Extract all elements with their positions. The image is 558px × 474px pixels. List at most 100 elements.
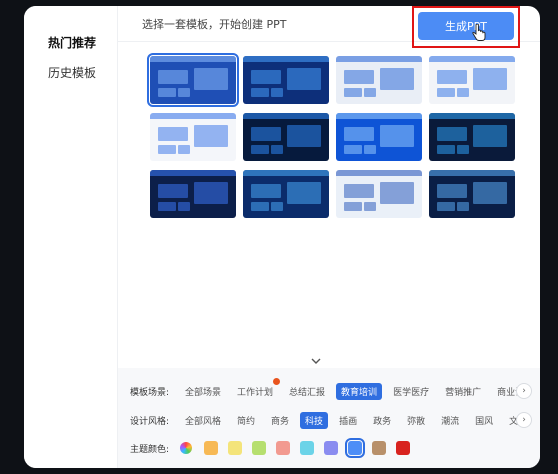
scene-options: 全部场景 工作计划 总结汇报 教育培训 医学医疗 营销推广 商业计 bbox=[180, 377, 535, 400]
thumbnail-block bbox=[158, 202, 176, 211]
color-swatch[interactable] bbox=[372, 441, 386, 455]
template-thumbnail[interactable] bbox=[150, 113, 236, 161]
template-thumbnail[interactable] bbox=[336, 56, 422, 104]
scene-label: 模板场景: bbox=[130, 387, 170, 398]
template-thumbnail[interactable] bbox=[336, 170, 422, 218]
thumbnail-block bbox=[251, 88, 269, 97]
thumbnail-header bbox=[150, 56, 236, 62]
thumbnail-block bbox=[287, 182, 321, 204]
template-thumbnail[interactable] bbox=[243, 56, 329, 104]
color-swatch[interactable] bbox=[252, 441, 266, 455]
style-chip[interactable]: 科技 bbox=[300, 411, 329, 429]
hand-cursor-icon bbox=[472, 24, 486, 41]
thumbnail-block bbox=[473, 125, 507, 147]
template-thumbnail[interactable] bbox=[429, 113, 515, 161]
thumbnail-block bbox=[437, 88, 455, 97]
scene-row: 模板场景: 全部场景 工作计划 总结汇报 教育培训 医学医疗 营销推广 商业计 bbox=[130, 377, 535, 400]
style-next-icon[interactable]: › bbox=[516, 412, 532, 428]
scene-chip[interactable]: 教育培训 bbox=[336, 382, 383, 400]
thumbnail-block bbox=[364, 145, 376, 154]
thumbnail-block bbox=[344, 202, 362, 211]
thumbnail-block bbox=[158, 145, 176, 154]
thumbnail-block bbox=[251, 184, 281, 198]
template-thumbnail[interactable] bbox=[147, 53, 239, 107]
thumbnail-header bbox=[429, 56, 515, 62]
thumbnail-block bbox=[344, 88, 362, 97]
thumbnail-header bbox=[429, 113, 515, 119]
color-swatch[interactable] bbox=[396, 441, 410, 455]
scene-chip[interactable]: 医学医疗 bbox=[388, 383, 434, 400]
thumbnail-block bbox=[364, 202, 376, 211]
style-chip[interactable]: 国风 bbox=[470, 412, 498, 429]
template-thumbnail[interactable] bbox=[243, 113, 329, 161]
template-thumbnail[interactable] bbox=[429, 56, 515, 104]
generate-ppt-button[interactable]: 生成PPT bbox=[418, 12, 514, 40]
thumbnail-block bbox=[364, 88, 376, 97]
color-swatch[interactable] bbox=[345, 438, 365, 458]
thumbnail-block bbox=[194, 68, 228, 90]
template-thumbnail[interactable] bbox=[243, 170, 329, 218]
template-thumbnail[interactable] bbox=[336, 113, 422, 161]
thumbnail-header bbox=[336, 56, 422, 62]
thumbnail-block bbox=[457, 88, 469, 97]
scene-chip[interactable]: 总结汇报 bbox=[284, 383, 330, 400]
style-chip[interactable]: 全部风格 bbox=[180, 412, 226, 429]
thumbnail-block bbox=[344, 184, 374, 198]
thumbnail-block bbox=[194, 182, 228, 204]
thumbnail-block bbox=[344, 127, 374, 141]
thumbnail-block bbox=[178, 88, 190, 97]
thumbnail-block bbox=[287, 125, 321, 147]
style-chip[interactable]: 潮流 bbox=[436, 412, 464, 429]
thumbnail-block bbox=[158, 127, 188, 141]
thumbnail-block bbox=[158, 184, 188, 198]
highlight-box: 生成PPT bbox=[412, 6, 520, 48]
hot-badge-icon bbox=[273, 377, 281, 385]
scene-chip[interactable]: 工作计划 bbox=[232, 377, 281, 400]
thumbnail-block bbox=[251, 127, 281, 141]
thumbnail-block bbox=[271, 145, 283, 154]
style-chip[interactable]: 弥散 bbox=[402, 412, 430, 429]
thumbnail-block bbox=[194, 125, 228, 147]
template-thumbnail[interactable] bbox=[429, 170, 515, 218]
style-chip[interactable]: 商务 bbox=[266, 412, 294, 429]
thumbnail-block bbox=[457, 202, 469, 211]
thumbnail-block bbox=[437, 145, 455, 154]
thumbnail-block bbox=[437, 184, 467, 198]
sidebar-item-hot[interactable]: 热门推荐 bbox=[48, 34, 96, 51]
color-swatch[interactable] bbox=[300, 441, 314, 455]
color-swatch[interactable] bbox=[228, 441, 242, 455]
scene-chip[interactable]: 营销推广 bbox=[440, 383, 486, 400]
thumbnail-block bbox=[158, 70, 188, 84]
thumbnail-block bbox=[457, 145, 469, 154]
color-swatches bbox=[204, 438, 420, 458]
sidebar-item-history[interactable]: 历史模板 bbox=[48, 64, 96, 81]
thumbnail-block bbox=[271, 202, 283, 211]
style-chip[interactable]: 政务 bbox=[368, 412, 396, 429]
color-swatch[interactable] bbox=[324, 441, 338, 455]
scene-chip[interactable]: 全部场景 bbox=[180, 383, 226, 400]
thumbnail-block bbox=[178, 202, 190, 211]
thumbnail-header bbox=[336, 170, 422, 176]
color-swatch[interactable] bbox=[204, 441, 218, 455]
scene-next-icon[interactable]: › bbox=[516, 383, 532, 399]
thumbnail-block bbox=[178, 145, 190, 154]
style-row: 设计风格: 全部风格 简约 商务 科技 插画 政务 弥散 潮流 国风文 bbox=[130, 411, 529, 429]
chevron-down-icon[interactable] bbox=[310, 356, 322, 366]
style-chip[interactable]: 简约 bbox=[232, 412, 260, 429]
color-swatch[interactable] bbox=[276, 441, 290, 455]
thumbnail-block bbox=[380, 182, 414, 204]
thumbnail-block bbox=[287, 68, 321, 90]
thumbnail-header bbox=[243, 113, 329, 119]
thumbnail-block bbox=[344, 70, 374, 84]
thumbnail-block bbox=[437, 202, 455, 211]
color-row: 主题颜色: bbox=[130, 438, 420, 458]
template-thumbnail[interactable] bbox=[150, 170, 236, 218]
filter-panel: 模板场景: 全部场景 工作计划 总结汇报 教育培训 医学医疗 营销推广 商业计 › 设计风格… bbox=[118, 368, 540, 468]
header-bar: 选择一套模板，开始创建 PPT 生成PPT bbox=[118, 6, 540, 48]
template-dialog: 热门推荐 历史模板 选择一套模板，开始创建 PPT 生成PPT 模板场景: 全部… bbox=[24, 6, 540, 468]
thumbnail-header bbox=[429, 170, 515, 176]
style-chip[interactable]: 插画 bbox=[334, 412, 362, 429]
thumbnail-block bbox=[437, 127, 467, 141]
rainbow-circle-icon[interactable] bbox=[180, 442, 192, 454]
thumbnail-block bbox=[344, 145, 362, 154]
